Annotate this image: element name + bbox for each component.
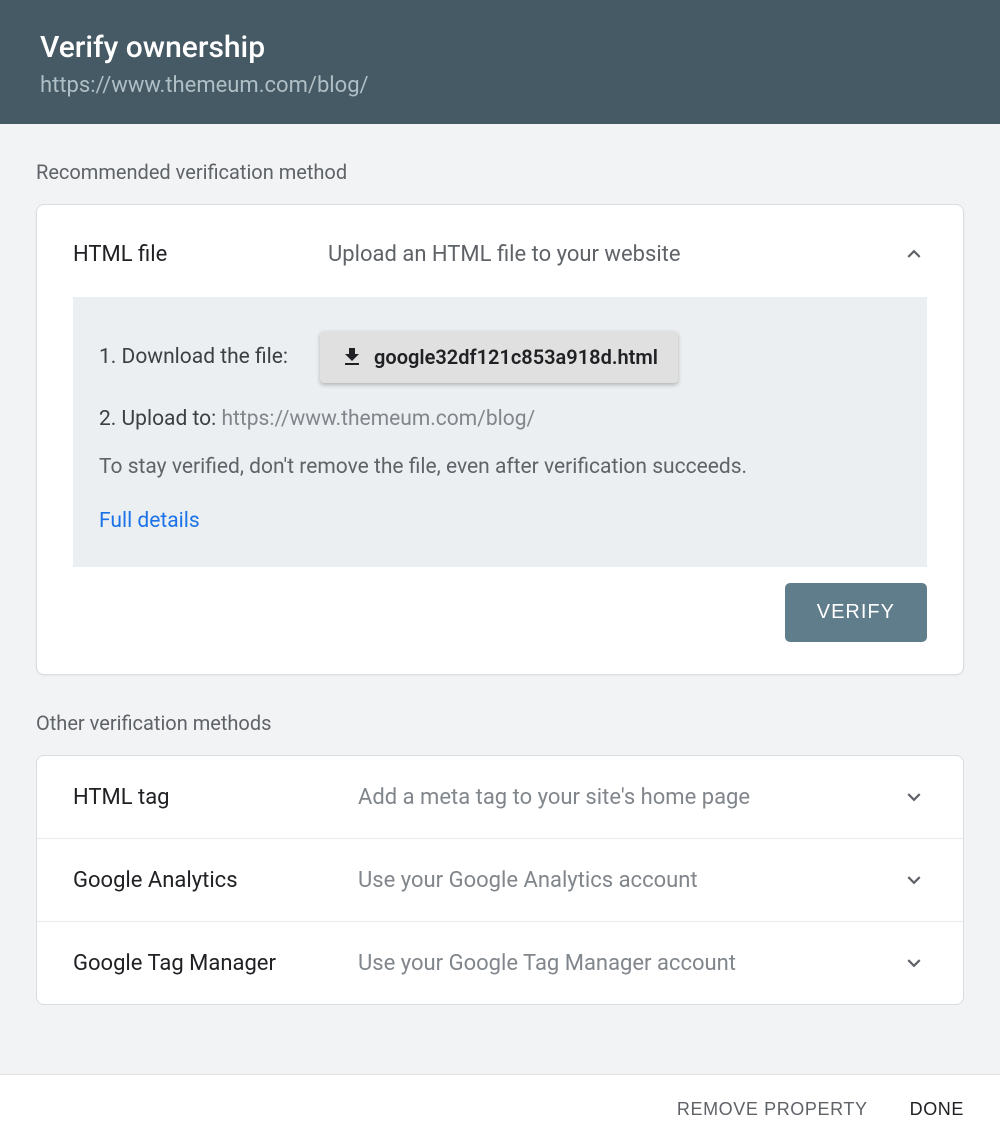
step-1: 1. Download the file: google32df121c853a… bbox=[99, 331, 901, 383]
upload-target-url: https://www.themeum.com/blog/ bbox=[221, 407, 535, 431]
step-2-label: 2. Upload to: https://www.themeum.com/bl… bbox=[99, 407, 535, 431]
instructions-panel: 1. Download the file: google32df121c853a… bbox=[73, 297, 927, 567]
chevron-down-icon bbox=[901, 867, 927, 893]
verify-button[interactable]: VERIFY bbox=[785, 583, 927, 642]
method-row-desc: Use your Google Analytics account bbox=[358, 868, 891, 893]
dialog-footer: REMOVE PROPERTY DONE bbox=[0, 1074, 1000, 1144]
method-row-google-analytics[interactable]: Google Analytics Use your Google Analyti… bbox=[37, 839, 963, 922]
download-file-button[interactable]: google32df121c853a918d.html bbox=[320, 331, 678, 383]
remove-property-button[interactable]: REMOVE PROPERTY bbox=[677, 1099, 868, 1120]
dialog-title: Verify ownership bbox=[40, 30, 960, 65]
method-row-title: Google Tag Manager bbox=[73, 951, 348, 976]
step-2: 2. Upload to: https://www.themeum.com/bl… bbox=[99, 407, 901, 431]
method-row-title: Google Analytics bbox=[73, 868, 348, 893]
chevron-down-icon bbox=[901, 950, 927, 976]
verification-note: To stay verified, don't remove the file,… bbox=[99, 455, 901, 479]
property-url: https://www.themeum.com/blog/ bbox=[40, 73, 960, 98]
chevron-down-icon bbox=[901, 784, 927, 810]
done-button[interactable]: DONE bbox=[910, 1099, 964, 1120]
dialog-header: Verify ownership https://www.themeum.com… bbox=[0, 0, 1000, 124]
method-row-desc: Add a meta tag to your site's home page bbox=[358, 785, 891, 810]
full-details-link[interactable]: Full details bbox=[99, 509, 200, 533]
method-description: Upload an HTML file to your website bbox=[328, 242, 891, 267]
method-row-desc: Use your Google Tag Manager account bbox=[358, 951, 891, 976]
other-methods-list: HTML tag Add a meta tag to your site's h… bbox=[36, 755, 964, 1005]
recommended-method-card: HTML file Upload an HTML file to your we… bbox=[36, 204, 964, 675]
download-icon bbox=[340, 345, 364, 369]
other-section-label: Other verification methods bbox=[36, 711, 964, 735]
method-title: HTML file bbox=[73, 242, 318, 267]
method-html-file-header[interactable]: HTML file Upload an HTML file to your we… bbox=[73, 241, 927, 267]
method-row-google-tag-manager[interactable]: Google Tag Manager Use your Google Tag M… bbox=[37, 922, 963, 1004]
recommended-section-label: Recommended verification method bbox=[36, 160, 964, 184]
step-1-label: 1. Download the file: bbox=[99, 345, 288, 369]
chevron-up-icon bbox=[901, 241, 927, 267]
method-row-title: HTML tag bbox=[73, 785, 348, 810]
download-filename: google32df121c853a918d.html bbox=[374, 345, 658, 369]
method-row-html-tag[interactable]: HTML tag Add a meta tag to your site's h… bbox=[37, 756, 963, 839]
